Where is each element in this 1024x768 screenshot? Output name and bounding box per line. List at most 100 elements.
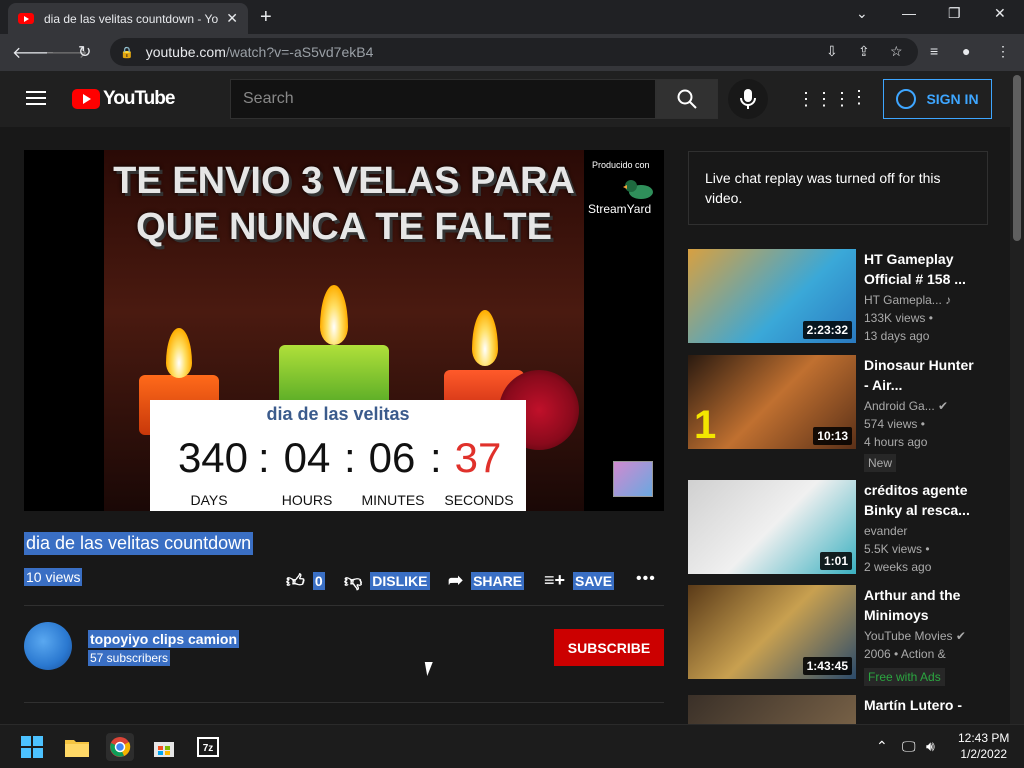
video-duration: 1:01: [819, 552, 852, 570]
channel-avatar[interactable]: [24, 622, 72, 670]
browser-tab[interactable]: dia de las velitas countdown - Yo ✕: [8, 3, 248, 34]
subscribe-button[interactable]: SUBSCRIBE: [554, 629, 664, 666]
countdown-hours-label: HOURS: [281, 492, 333, 508]
address-bar[interactable]: 🔒 youtube.com/watch?v=-aS5vd7ekB4 ⇩ ⇪ ☆: [110, 38, 918, 66]
windows-start-icon[interactable]: [18, 733, 46, 761]
channel-watermark-image[interactable]: [613, 461, 653, 497]
volume-icon[interactable]: 🔊︎: [926, 738, 935, 755]
tab-title: dia de las velitas countdown - Yo: [44, 11, 219, 26]
video-thumbnail[interactable]: 2:23:32: [688, 249, 856, 343]
dislike-label: DISLIKE: [370, 572, 430, 590]
video-player[interactable]: TE ENVIO 3 VELAS PARA QUE NUNCA TE FALTE…: [24, 150, 664, 511]
reload-button[interactable]: ↻: [78, 42, 91, 62]
video-title: dia de las velitas countdown: [24, 532, 254, 555]
countdown-days: 340: [177, 434, 249, 481]
thumbnail-number: 1: [694, 403, 717, 447]
recommendation-views: 133K views •: [864, 311, 933, 325]
recommendation-channel[interactable]: HT Gamepla... ♪: [864, 293, 988, 307]
recommendation-item[interactable]: Martín Lutero - ...: [688, 695, 988, 724]
youtube-header: YouTube Search ⋮⋮⋮ ⋮ SIGN IN: [0, 71, 1010, 127]
windows-taskbar: 7z ⌃ 🖵 🔊︎ 12:43 PM 1/2/2022: [0, 724, 1024, 768]
chrome-taskbar-icon[interactable]: [106, 733, 134, 761]
recommendation-channel[interactable]: YouTube Movies ✔: [864, 629, 988, 643]
video-thumbnail[interactable]: 1 10:13: [688, 355, 856, 449]
microsoft-store-icon[interactable]: [150, 733, 178, 761]
subscriber-count: 57 subscribers: [88, 650, 171, 666]
more-actions-icon[interactable]: •••: [636, 570, 656, 588]
tab-search-icon[interactable]: ⌄: [856, 5, 868, 22]
url-path: /watch?v=-aS5vd7ekB4: [225, 44, 374, 60]
file-explorer-icon[interactable]: [63, 733, 91, 761]
channel-name[interactable]: topoyiyo clips camion: [88, 630, 240, 648]
recommendation-item[interactable]: 1 10:13 Dinosaur Hunter - Air... Android…: [688, 355, 988, 472]
browser-menu-icon[interactable]: ⋮: [996, 43, 1010, 60]
youtube-logo[interactable]: YouTube: [72, 88, 175, 110]
browser-toolbar: 🡐 🡒 ↻ 🔒 youtube.com/watch?v=-aS5vd7ekB4 …: [0, 34, 1024, 71]
flame-icon: [472, 310, 498, 366]
recommendation-channel[interactable]: Android Ga... ✔: [864, 399, 988, 413]
recommendation-views: 574 views •: [864, 417, 925, 431]
minimize-button[interactable]: —: [902, 5, 916, 21]
user-circle-icon: [896, 89, 917, 109]
video-overlay-title: TE ENVIO 3 VELAS PARA QUE NUNCA TE FALTE: [113, 160, 575, 248]
profile-icon[interactable]: ●: [962, 43, 970, 59]
countdown-widget: dia de las velitas 340 : 04 : 06 : 37 DA…: [150, 400, 526, 511]
window-close-button[interactable]: ✕: [994, 5, 1006, 22]
recommendation-title[interactable]: Martín Lutero - ...: [864, 695, 976, 724]
sign-in-label: SIGN IN: [926, 91, 979, 107]
voice-search-button[interactable]: [728, 79, 768, 119]
page-scrollbar[interactable]: [1010, 71, 1024, 724]
search-input[interactable]: Search: [230, 79, 656, 119]
search-button[interactable]: [656, 79, 718, 119]
media-control-icon[interactable]: ≡: [930, 43, 938, 59]
video-thumbnail[interactable]: 1:43:45: [688, 585, 856, 679]
bookmark-star-icon[interactable]: ☆: [890, 43, 903, 60]
network-icon[interactable]: 🖵: [902, 738, 916, 755]
clock-time: 12:43 PM: [958, 731, 1010, 745]
share-label: SHARE: [471, 571, 525, 590]
save-button[interactable]: ≡+ SAVE: [544, 570, 615, 591]
share-page-icon[interactable]: ⇪: [858, 43, 870, 60]
7zip-icon[interactable]: 7z: [194, 733, 222, 761]
recommendation-item[interactable]: 2:23:32 HT Gameplay Official # 158 ... H…: [688, 249, 988, 345]
show-hidden-icons-icon[interactable]: ⌃: [876, 738, 888, 755]
share-button[interactable]: ➦ SHARE: [448, 570, 525, 591]
countdown-seconds: 37: [454, 434, 502, 481]
like-button[interactable]: 👍︎ 0: [286, 570, 325, 592]
restore-button[interactable]: ❐: [948, 5, 961, 22]
countdown-hours: 04: [283, 434, 331, 481]
recommendation-title[interactable]: créditos agente Binky al resca...: [864, 480, 976, 520]
tab-close-icon[interactable]: ✕: [226, 10, 238, 27]
hamburger-menu-icon[interactable]: [26, 91, 46, 105]
sign-in-button[interactable]: SIGN IN: [883, 79, 992, 119]
system-clock[interactable]: 12:43 PM 1/2/2022: [958, 730, 1009, 762]
thumbs-down-icon: 👎︎: [344, 571, 363, 591]
share-arrow-icon: ➦: [448, 570, 464, 590]
countdown-title: dia de las velitas: [266, 404, 410, 424]
recommendation-title[interactable]: Dinosaur Hunter - Air...: [864, 355, 976, 395]
countdown-seconds-label: SECONDS: [444, 492, 514, 508]
apps-grid-icon[interactable]: ⋮⋮⋮: [797, 89, 851, 110]
video-thumbnail[interactable]: [688, 695, 856, 724]
recommendation-title[interactable]: HT Gameplay Official # 158 ...: [864, 249, 976, 289]
youtube-favicon-icon: [18, 13, 34, 24]
streamyard-brand: StreamYard: [588, 202, 652, 216]
recommendation-item[interactable]: 1:01 créditos agente Binky al resca... e…: [688, 480, 988, 576]
countdown-days-label: DAYS: [190, 492, 228, 508]
recommendation-channel[interactable]: evander: [864, 524, 988, 538]
dislike-button[interactable]: 👎︎ DISLIKE: [344, 570, 430, 592]
recommendation-title[interactable]: Arthur and the Minimoys: [864, 585, 976, 625]
settings-more-icon[interactable]: ⋮: [850, 87, 868, 108]
new-badge: New: [864, 454, 897, 472]
video-thumbnail[interactable]: 1:01: [688, 480, 856, 574]
youtube-logo-text: YouTube: [103, 88, 175, 109]
countdown-minutes: 06: [368, 434, 416, 481]
recommendation-item[interactable]: 1:43:45 Arthur and the Minimoys YouTube …: [688, 585, 988, 686]
flame-icon: [166, 328, 192, 378]
url-host: youtube.com: [145, 44, 226, 60]
new-tab-button[interactable]: +: [260, 6, 272, 29]
scrollbar-thumb[interactable]: [1013, 75, 1021, 241]
youtube-play-icon: [72, 89, 100, 109]
install-app-icon[interactable]: ⇩: [826, 43, 838, 60]
recommendation-age: 4 hours ago: [864, 435, 928, 449]
